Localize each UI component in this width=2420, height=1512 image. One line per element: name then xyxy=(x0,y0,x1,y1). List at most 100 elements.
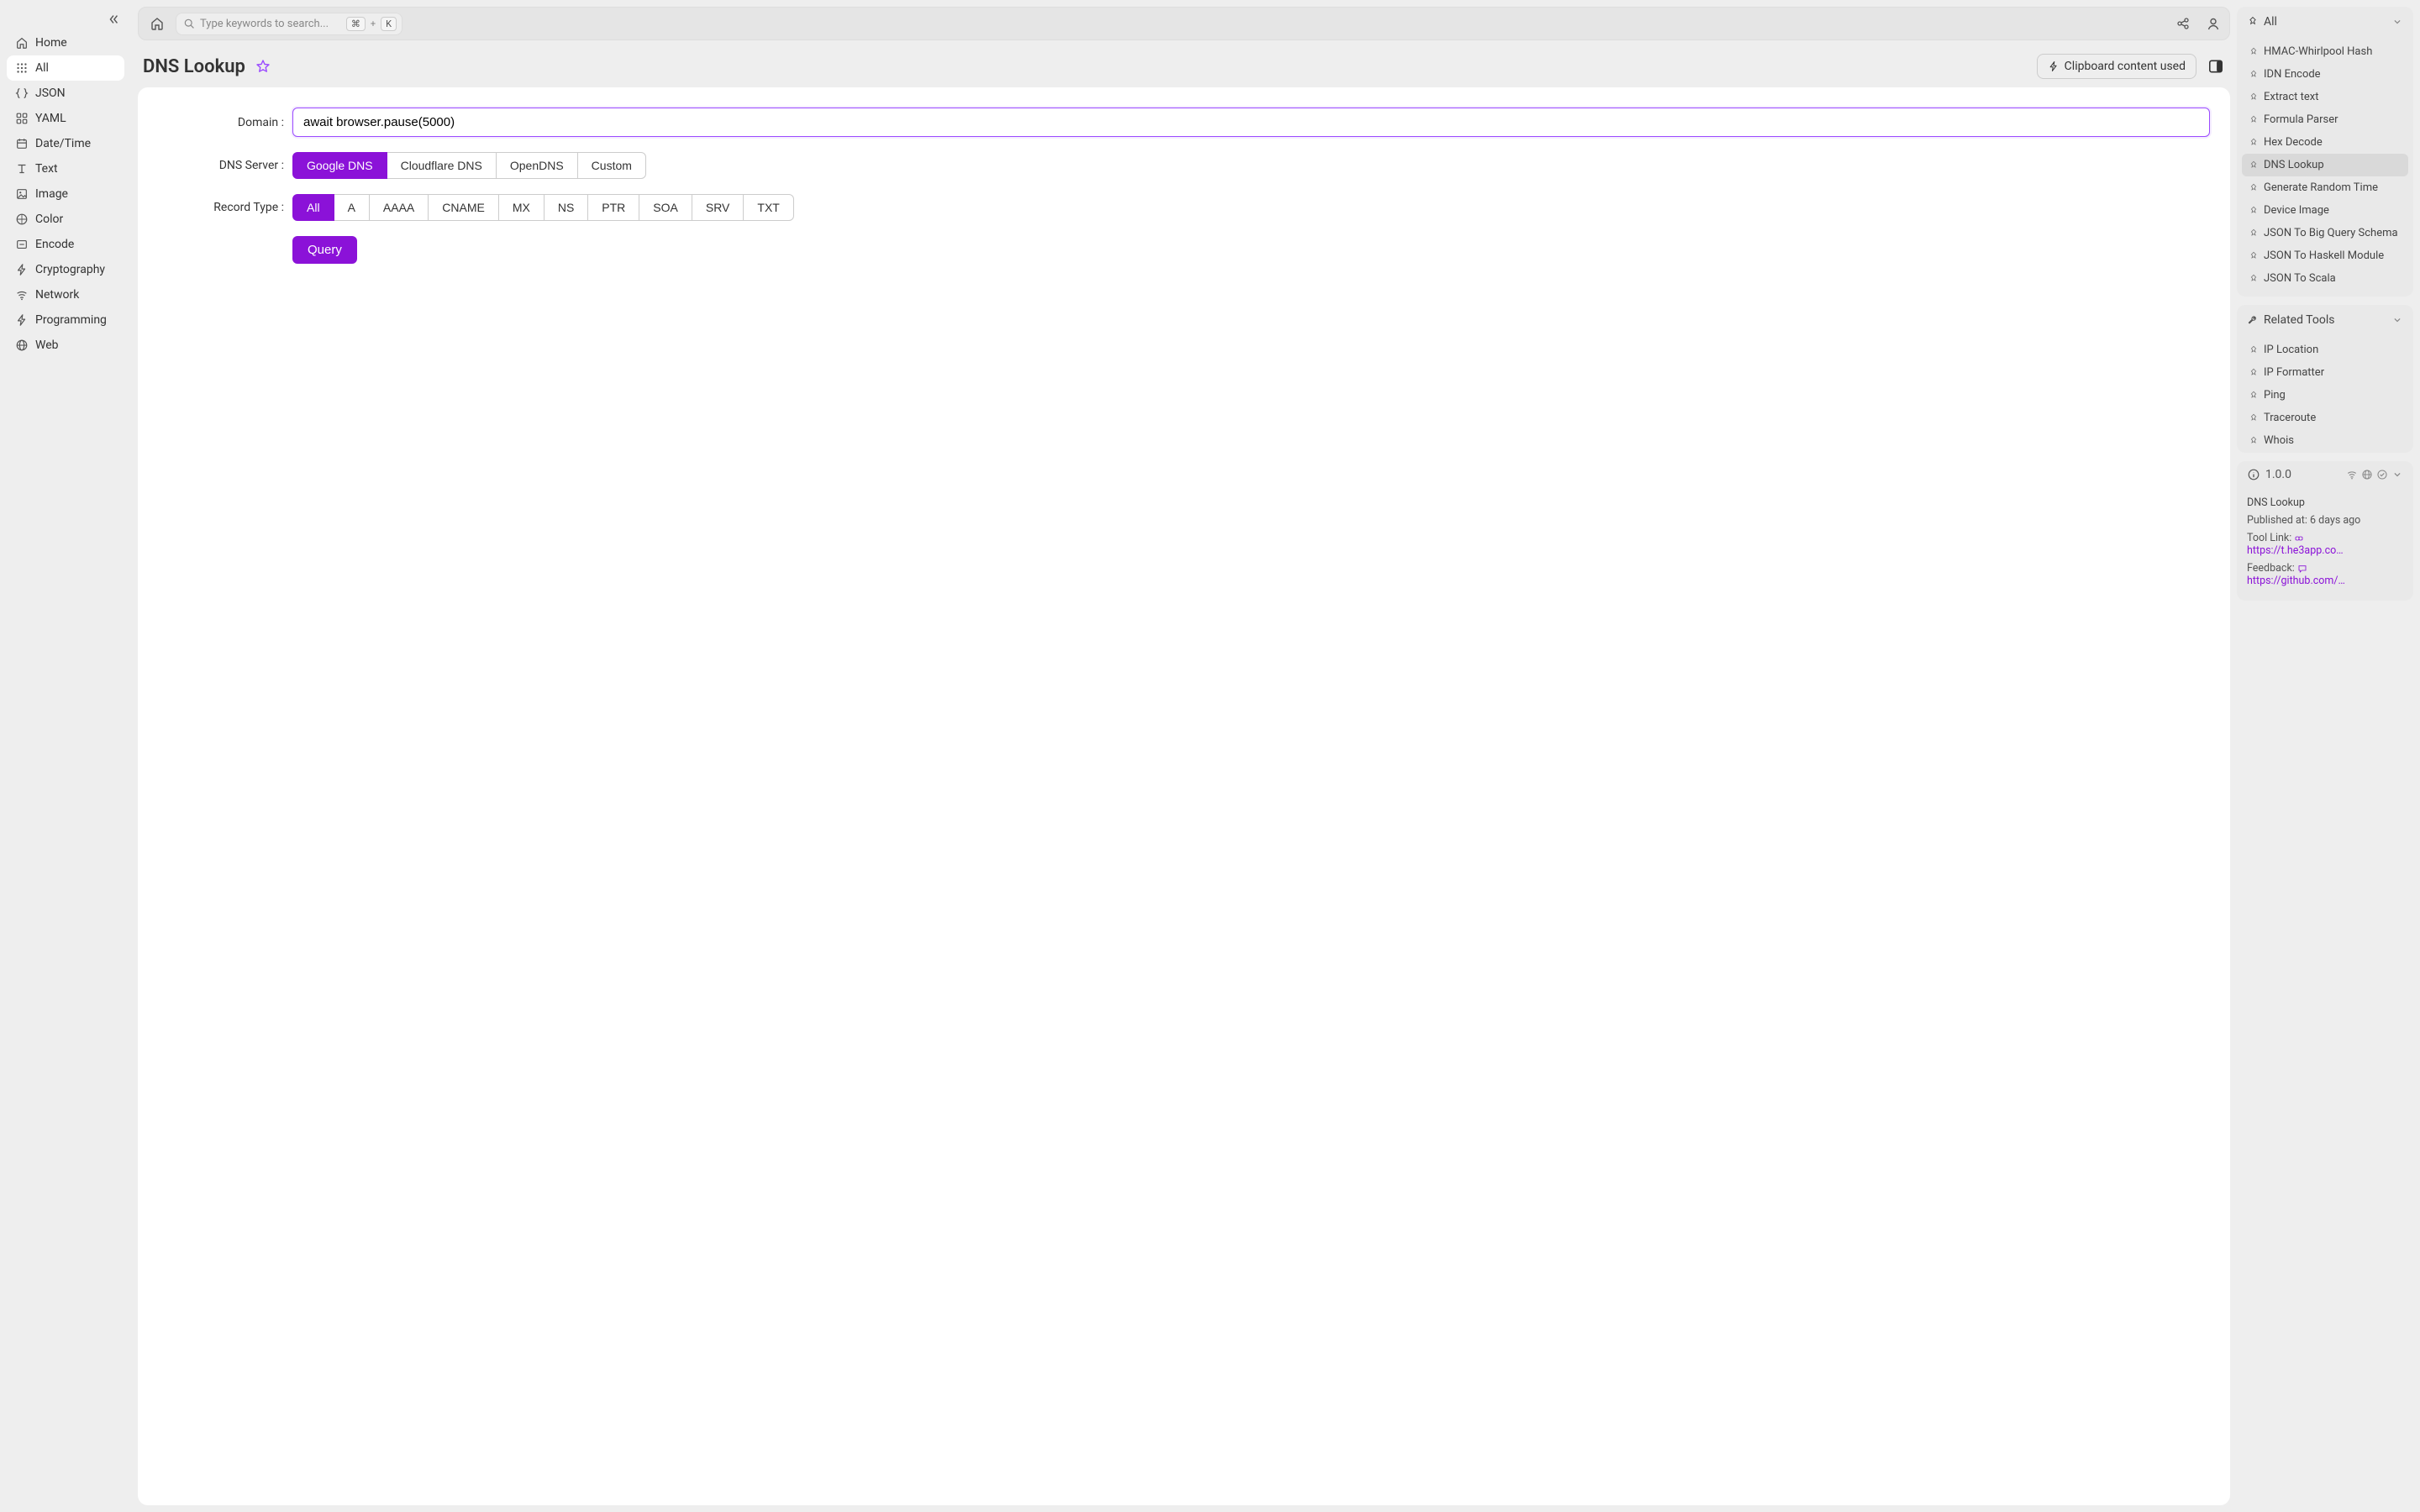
sidebar-item-color[interactable]: Color xyxy=(7,207,124,232)
collapse-sidebar-button[interactable] xyxy=(106,12,121,27)
toggle-right-panel-button[interactable] xyxy=(2207,57,2225,76)
feedback-label: Feedback: xyxy=(2247,562,2295,575)
tool-item-generate-random-time[interactable]: Generate Random Time xyxy=(2242,176,2408,199)
record-type-option-aaaa[interactable]: AAAA xyxy=(369,194,429,221)
sidebar-item-label: Date/Time xyxy=(35,137,91,150)
pin-icon xyxy=(2249,413,2259,423)
pin-icon xyxy=(2249,138,2259,148)
tool-item-whois[interactable]: Whois xyxy=(2242,429,2408,452)
chevrons-left-icon xyxy=(107,13,120,26)
user-button[interactable] xyxy=(2204,14,2223,33)
tool-item-formula-parser[interactable]: Formula Parser xyxy=(2242,108,2408,131)
kbd-cmd: ⌘ xyxy=(346,17,366,31)
sidebar-item-cryptography[interactable]: Cryptography xyxy=(7,257,124,282)
tool-item-label: Hex Decode xyxy=(2264,136,2323,149)
sidebar-item-json[interactable]: JSON xyxy=(7,81,124,106)
record-type-option-a[interactable]: A xyxy=(334,194,370,221)
search-icon xyxy=(183,18,195,29)
sidebar-item-programming[interactable]: Programming xyxy=(7,307,124,333)
sidebar-item-label: Image xyxy=(35,187,68,201)
record-type-option-mx[interactable]: MX xyxy=(498,194,544,221)
tool-item-hmac-whirlpool-hash[interactable]: HMAC-Whirlpool Hash xyxy=(2242,40,2408,63)
sidebar-item-all[interactable]: All xyxy=(7,55,124,81)
record-type-option-txt[interactable]: TXT xyxy=(743,194,793,221)
form-card: Domain : DNS Server : Google DNSCloudfla… xyxy=(138,87,2230,1505)
tool-item-traceroute[interactable]: Traceroute xyxy=(2242,407,2408,429)
tool-item-label: Generate Random Time xyxy=(2264,181,2378,194)
tool-item-device-image[interactable]: Device Image xyxy=(2242,199,2408,222)
topbar: Type keywords to search... ⌘ + K xyxy=(138,7,2230,40)
query-button[interactable]: Query xyxy=(292,236,357,264)
record-type-option-srv[interactable]: SRV xyxy=(692,194,744,221)
record-type-option-ns[interactable]: NS xyxy=(544,194,588,221)
pin-icon xyxy=(2249,274,2259,284)
tool-item-ip-formatter[interactable]: IP Formatter xyxy=(2242,361,2408,384)
sidebar-item-home[interactable]: Home xyxy=(7,30,124,55)
published-label: Published at: xyxy=(2247,514,2307,527)
sidebar-item-web[interactable]: Web xyxy=(7,333,124,358)
sidebar-item-text[interactable]: Text xyxy=(7,156,124,181)
sidebar-item-date-time[interactable]: Date/Time xyxy=(7,131,124,156)
tool-link[interactable]: https://t.he3app.co… xyxy=(2247,544,2344,557)
record-type-option-ptr[interactable]: PTR xyxy=(587,194,639,221)
pin-icon xyxy=(2249,368,2259,378)
home-button[interactable] xyxy=(145,12,169,35)
tool-item-json-to-scala[interactable]: JSON To Scala xyxy=(2242,267,2408,290)
pin-icon xyxy=(2249,206,2259,216)
tool-item-json-to-big-query-schema[interactable]: JSON To Big Query Schema xyxy=(2242,222,2408,244)
sidebar-item-yaml[interactable]: YAML xyxy=(7,106,124,131)
sidebar-item-label: Cryptography xyxy=(35,263,105,276)
tool-item-hex-decode[interactable]: Hex Decode xyxy=(2242,131,2408,154)
feedback-link[interactable]: https://github.com/… xyxy=(2247,575,2345,587)
tool-item-label: Device Image xyxy=(2264,204,2329,217)
tool-item-label: Traceroute xyxy=(2264,412,2316,424)
tool-item-label: Extract text xyxy=(2264,91,2318,103)
tool-item-label: Formula Parser xyxy=(2264,113,2338,126)
wrench-icon xyxy=(2247,314,2259,326)
all-tools-header[interactable]: All xyxy=(2237,7,2413,37)
tool-item-json-to-haskell-module[interactable]: JSON To Haskell Module xyxy=(2242,244,2408,267)
record-type-option-cname[interactable]: CNAME xyxy=(428,194,499,221)
tool-item-idn-encode[interactable]: IDN Encode xyxy=(2242,63,2408,86)
sidebar-item-label: Programming xyxy=(35,313,107,327)
pin-icon xyxy=(2249,92,2259,102)
favorite-button[interactable] xyxy=(254,57,272,76)
wifi-icon xyxy=(2346,469,2358,480)
sidebar-item-label: JSON xyxy=(35,87,66,100)
right-panel: All HMAC-Whirlpool HashIDN Encode Extract… xyxy=(2237,0,2420,1512)
wifi-icon xyxy=(15,288,29,302)
chat-icon xyxy=(2297,564,2307,574)
dns-server-option-google-dns[interactable]: Google DNS xyxy=(292,152,387,179)
tool-item-ip-location[interactable]: IP Location xyxy=(2242,339,2408,361)
share-button[interactable] xyxy=(2174,14,2192,33)
dns-server-option-opendns[interactable]: OpenDNS xyxy=(496,152,578,179)
record-type-option-all[interactable]: All xyxy=(292,194,334,221)
tool-item-extract-text[interactable]: Extract text xyxy=(2242,86,2408,108)
search-input[interactable]: Type keywords to search... ⌘ + K xyxy=(176,13,402,35)
sidebar-item-label: Web xyxy=(35,339,59,352)
sidebar-item-encode[interactable]: Encode xyxy=(7,232,124,257)
dns-server-option-custom[interactable]: Custom xyxy=(577,152,646,179)
palette-icon xyxy=(15,213,29,226)
pin-icon xyxy=(2249,183,2259,193)
dns-server-option-cloudflare-dns[interactable]: Cloudflare DNS xyxy=(387,152,497,179)
tool-link-label: Tool Link: xyxy=(2247,532,2291,544)
star-icon xyxy=(255,59,271,74)
pin-icon xyxy=(2249,160,2259,171)
tool-item-dns-lookup[interactable]: DNS Lookup xyxy=(2242,154,2408,176)
clipboard-used-button[interactable]: Clipboard content used xyxy=(2037,54,2196,79)
tool-item-ping[interactable]: Ping xyxy=(2242,384,2408,407)
version-label: 1.0.0 xyxy=(2265,468,2291,481)
sidebar-item-network[interactable]: Network xyxy=(7,282,124,307)
image-icon xyxy=(15,187,29,201)
lightning-icon xyxy=(15,263,29,276)
chevron-down-icon[interactable] xyxy=(2391,469,2403,480)
related-tools-header[interactable]: Related Tools xyxy=(2237,305,2413,335)
user-icon xyxy=(2206,16,2221,31)
pin-icon xyxy=(2249,436,2259,446)
domain-input[interactable] xyxy=(292,108,2210,137)
record-type-option-soa[interactable]: SOA xyxy=(639,194,692,221)
text-icon xyxy=(15,162,29,176)
sidebar-item-image[interactable]: Image xyxy=(7,181,124,207)
home-icon xyxy=(15,36,29,50)
